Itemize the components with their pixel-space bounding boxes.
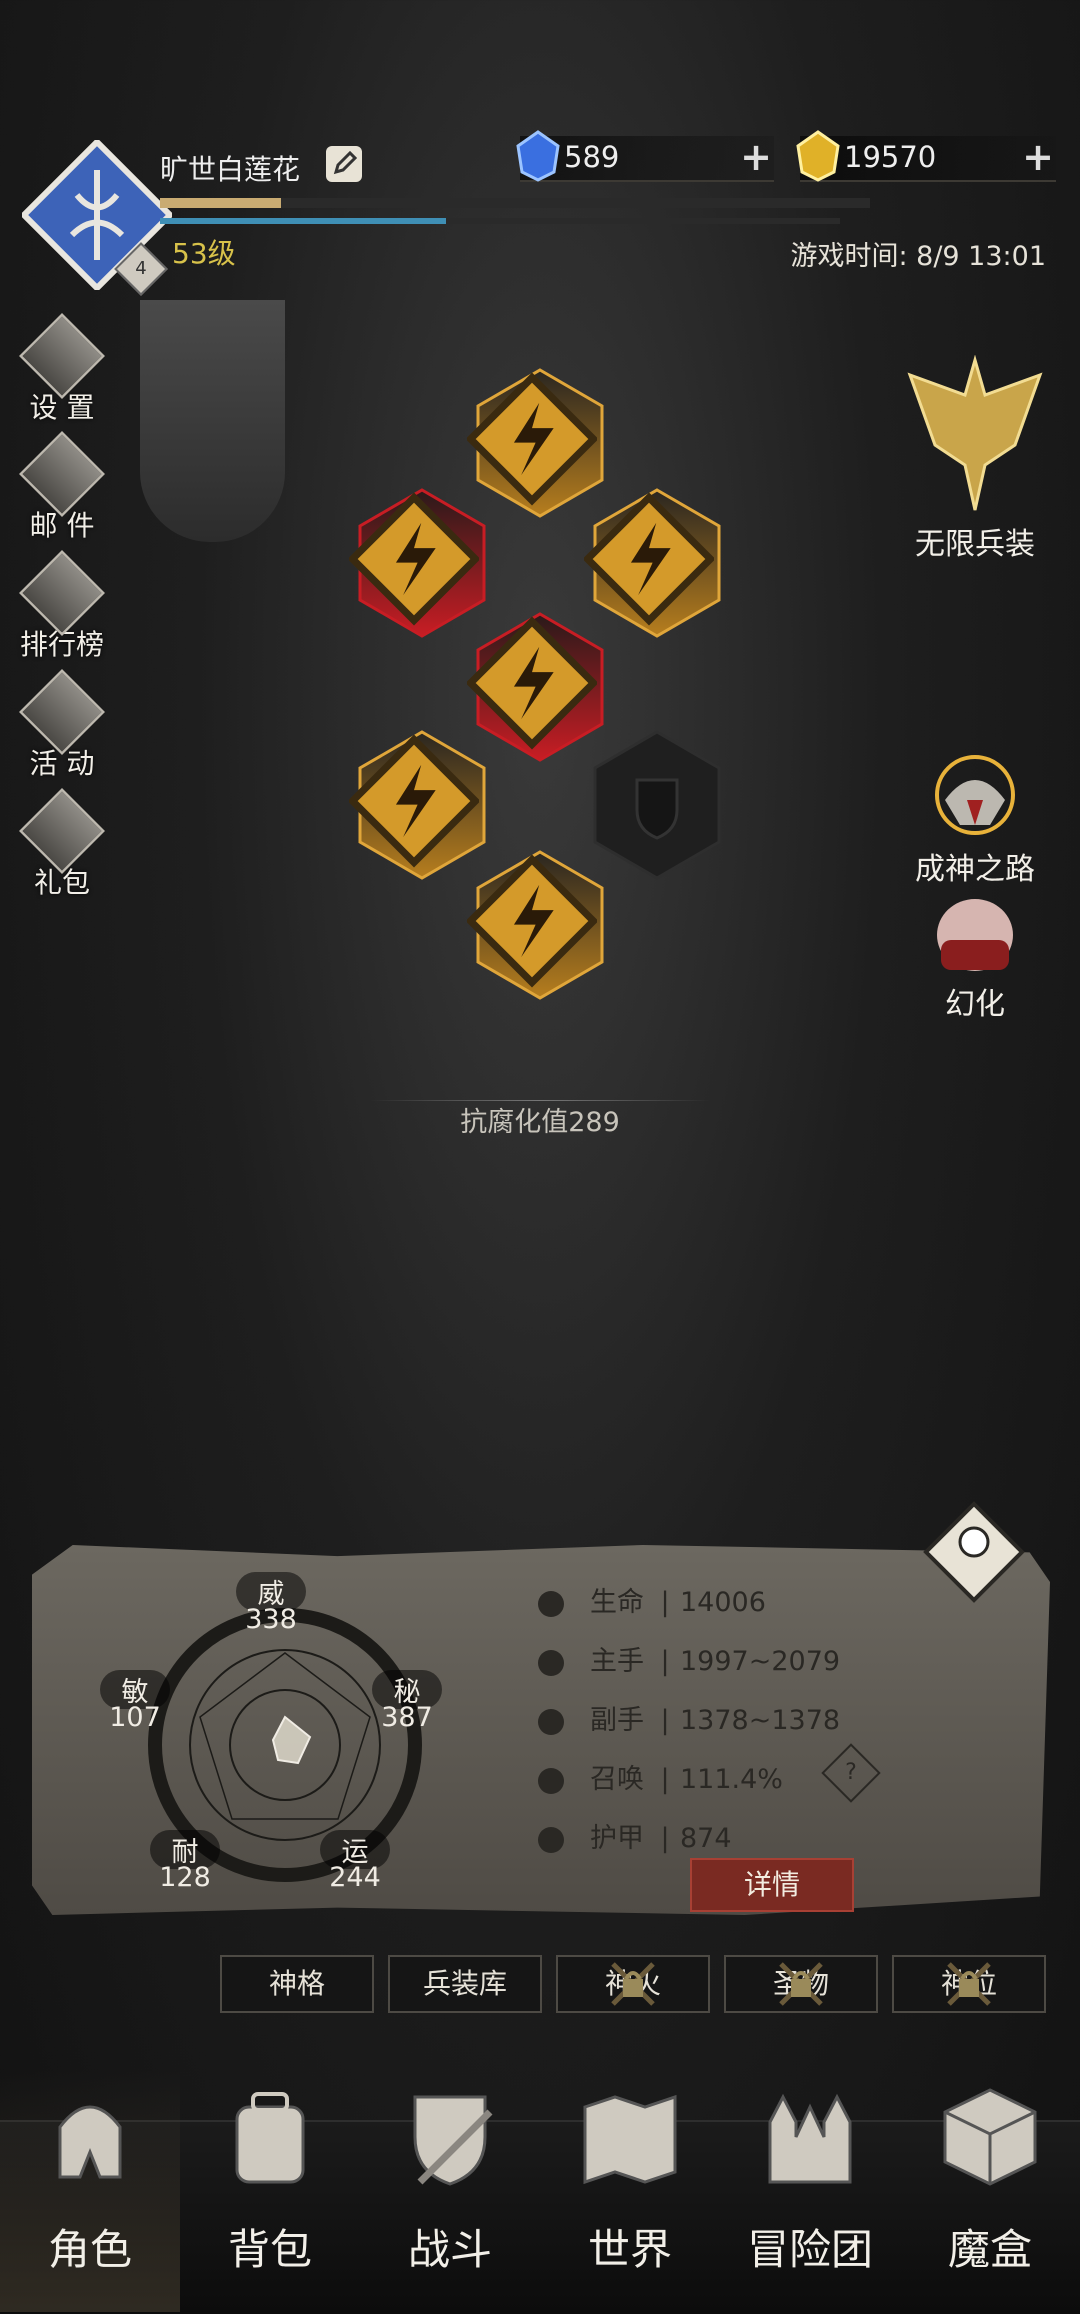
nav-battle[interactable]: 战斗	[360, 2070, 540, 2312]
stat-offhand: 副手 | 1378~1378	[538, 1698, 938, 1738]
stat-summon: 召唤 | 111.4%	[538, 1757, 938, 1797]
corrosion-resistance: 抗腐化值289	[460, 1107, 620, 1138]
nav-backpack[interactable]: 背包	[180, 2070, 360, 2312]
heart-icon	[538, 1590, 564, 1617]
nav-backpack-label: 背包	[227, 2225, 312, 2274]
equip-slot-offhand[interactable]	[592, 730, 722, 880]
tab-divine-fire[interactable]: 神火	[556, 1955, 710, 2013]
stat-armor-value: 874	[680, 1823, 732, 1854]
upgrade-icon	[465, 846, 599, 988]
stat-armor: 护甲 | 874	[538, 1816, 938, 1856]
map-icon	[583, 2094, 677, 2185]
stat-hp: 生命 | 14006	[538, 1580, 938, 1620]
nav-magic-box[interactable]: 魔盒	[900, 2070, 1080, 2312]
summon-icon	[538, 1767, 564, 1794]
stat-hp-value: 14006	[680, 1587, 766, 1618]
upgrade-icon	[582, 484, 716, 626]
nav-battle-label: 战斗	[407, 2225, 492, 2274]
nav-role[interactable]: 角色	[0, 2070, 180, 2312]
attr-yun-value: 244	[329, 1862, 381, 1893]
upgrade-icon	[347, 726, 481, 868]
nav-adventure-group[interactable]: 冒险团	[720, 2070, 900, 2312]
tab-divinity[interactable]: 神格	[220, 1955, 374, 2013]
lock-icon	[947, 1962, 991, 2006]
sword-icon	[538, 1649, 564, 1676]
attr-min-value: 107	[109, 1702, 161, 1733]
nav-world[interactable]: 世界	[540, 2070, 720, 2312]
cube-icon	[943, 2088, 1037, 2186]
lock-icon	[779, 1962, 823, 2006]
tab-relics[interactable]: 圣物	[724, 1955, 878, 2013]
stat-offhand-value: 1378~1378	[680, 1705, 841, 1736]
castle-icon	[768, 2093, 852, 2184]
tab-armory[interactable]: 兵装库	[388, 1955, 542, 2013]
nav-magic-box-label: 魔盒	[947, 2225, 1032, 2274]
nav-world-label: 世界	[587, 2225, 672, 2274]
stat-summon-value: 111.4%	[680, 1764, 783, 1795]
toggle-view-icon[interactable]	[922, 1500, 1027, 1605]
equip-slot-boots[interactable]	[465, 850, 605, 1000]
lock-icon	[611, 1962, 655, 2006]
armor-icon	[538, 1826, 564, 1853]
equip-slot-gloves[interactable]	[582, 488, 722, 638]
nav-adventure-group-label: 冒险团	[746, 2225, 873, 2274]
stat-mainhand-value: 1997~2079	[680, 1646, 841, 1677]
nav-role-label: 角色	[47, 2225, 132, 2274]
upgrade-icon	[465, 608, 599, 750]
equipment-grid	[0, 0, 1080, 1080]
upgrade-icon	[465, 364, 599, 506]
upgrade-icon	[347, 484, 481, 626]
dagger-icon	[538, 1708, 564, 1735]
helmet-icon	[58, 2105, 122, 2179]
equip-slot-armor[interactable]	[465, 612, 605, 762]
attr-mi-value: 387	[381, 1702, 433, 1733]
tab-divine-rank[interactable]: 神位	[892, 1955, 1046, 2013]
shield-sword-icon	[413, 2095, 493, 2186]
backpack-icon	[235, 2092, 305, 2184]
attr-wei-value: 338	[245, 1604, 297, 1635]
attr-nai-value: 128	[159, 1862, 211, 1893]
stat-mainhand: 主手 | 1997~2079	[538, 1639, 938, 1679]
details-button[interactable]: 详情	[690, 1858, 854, 1912]
